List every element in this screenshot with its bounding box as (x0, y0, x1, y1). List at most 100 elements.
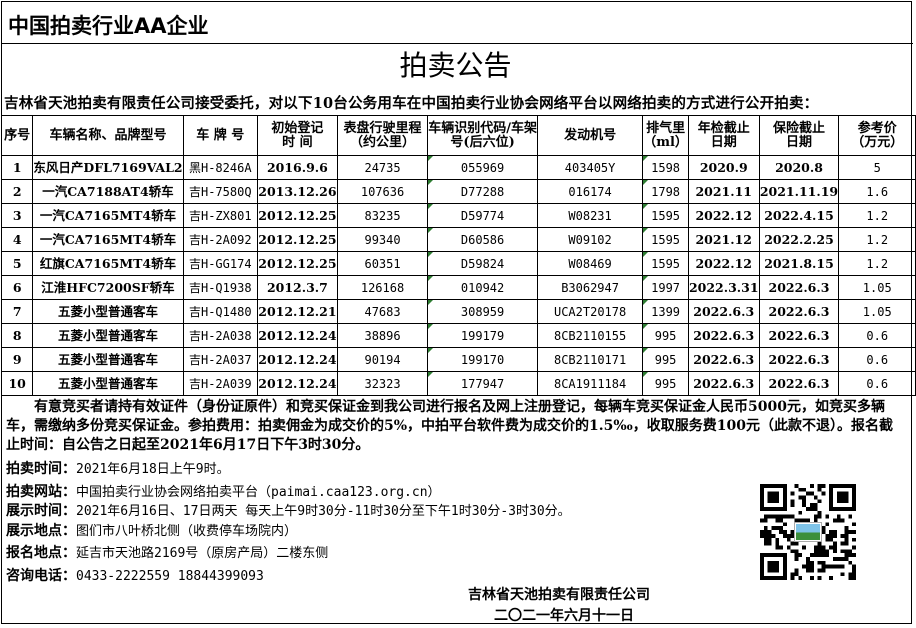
table-cell: 2022.3.31 (687, 275, 760, 300)
signup-place-label: 报名地点： (6, 545, 76, 561)
table-header-cell: 车辆识别代码/车架 号(后六位) (427, 115, 538, 156)
table-cell: 一汽CA7165MT4轿车 (32, 227, 184, 252)
info-auction-time: 拍卖时间：2021年6月18日上午9时。 (6, 458, 230, 478)
table-cell: 9 (0, 347, 34, 372)
phone-value: 0433-2222559 18844399093 (76, 569, 264, 584)
table-cell: 32323 (336, 371, 429, 396)
table-cell: 2012.12.25 (256, 227, 338, 252)
table-row: 1 东风日产DFL7169VAL2 黑H-8246A 2016.9.6 24735 055… (0, 155, 916, 180)
table-cell: 2022.6.3 (758, 371, 840, 396)
info-display-time: 展示时间：2021年6月16日、17日两天 每天上午9时30分-11时30分至下… (6, 500, 571, 520)
table-cell: 199170 (427, 347, 538, 372)
table-cell: 东风日产DFL7169VAL2 (32, 155, 184, 180)
table-header-cell: 车辆名称、品牌型号 (32, 115, 184, 156)
table-cell: 吉H-Q1938 (182, 275, 258, 300)
display-place-value: 图们市八叶桥北侧（收费停车场院内） (76, 524, 298, 539)
header-text: 初始登记 (271, 120, 324, 136)
intro-text: 吉林省天池拍卖有限责任公司接受委托，对以下10台公务用车在中国拍卖行业协会网络平… (4, 95, 819, 112)
table-cell: 5 (0, 251, 34, 276)
table-cell: 2022.6.3 (687, 299, 760, 324)
table-cell: 90194 (336, 347, 429, 372)
table-cell: 8CA1911184 (536, 371, 644, 396)
notice-paragraph: 有意竞买者请持有效证件（身份证原件）和竞买保证金到我公司进行报名及网上注册登记，… (6, 399, 894, 453)
table-cell: 2022.6.3 (758, 299, 840, 324)
table-cell: 1798 (642, 179, 689, 204)
table-cell: 1595 (642, 203, 689, 228)
info-signup-place: 报名地点：延吉市天池路2169号（原房产局）二楼东侧 (6, 542, 328, 562)
table-cell: 24735 (336, 155, 429, 180)
table-cell: 83235 (336, 203, 429, 228)
website-value[interactable]: 中国拍卖行业协会网络拍卖平台（paimai.caa123.org.cn） (76, 485, 441, 500)
display-time-value: 2021年6月16日、17日两天 每天上午9时30分-11时30分至下午1时30… (76, 504, 571, 519)
header-text: 序号 (4, 127, 31, 143)
table-header-cell: 年检截止 日期 (687, 115, 760, 156)
signature-date: 二〇二一年六月十一日 (494, 608, 634, 624)
table-row: 5 红旗CA7165MT4轿车 吉H-GG174 2012.12.25 60351 D59… (0, 251, 916, 276)
qr-code-icon[interactable] (760, 484, 856, 580)
table-cell: 2012.12.24 (256, 371, 338, 396)
signup-place-value: 延吉市天池路2169号（原房产局）二楼东侧 (76, 546, 329, 561)
table-cell: 2022.4.15 (758, 203, 840, 228)
table-cell: 2012.12.24 (256, 323, 338, 348)
table-cell: 1595 (642, 251, 689, 276)
table-cell: 1.2 (838, 203, 916, 228)
table-cell: 五菱小型普通客车 (32, 347, 184, 372)
header-text: 表盘行驶里程 (343, 120, 422, 136)
header-title: 中国拍卖行业AA企业 (8, 14, 209, 38)
table-row: 9 五菱小型普通客车 吉H-2A037 2012.12.24 90194 199170 8C… (0, 347, 916, 372)
info-website: 拍卖网站：中国拍卖行业协会网络拍卖平台（paimai.caa123.org.cn… (6, 481, 441, 501)
table-cell: 8CB2110171 (536, 347, 644, 372)
table-cell: 2021.8.15 (758, 251, 840, 276)
table-cell: 60351 (336, 251, 429, 276)
table-cell: 吉H-Q1480 (182, 299, 258, 324)
table-cell: W08469 (536, 251, 644, 276)
table-cell: 江淮HFC7200SF轿车 (32, 275, 184, 300)
table-cell: 2012.12.25 (256, 203, 338, 228)
table-cell: 吉H-7580Q (182, 179, 258, 204)
table-cell: 黑H-8246A (182, 155, 258, 180)
table-cell: 8CB2110155 (536, 323, 644, 348)
table-cell: 吉H-ZX801 (182, 203, 258, 228)
table-header-cell: 初始登记时 间 (256, 115, 338, 156)
table-cell: 1.2 (838, 251, 916, 276)
table-cell: 五菱小型普通客车 (32, 371, 184, 396)
table-cell: 99340 (336, 227, 429, 252)
table-cell: 1997 (642, 275, 689, 300)
vehicle-table: 序号 车辆名称、品牌型号车 牌 号初始登记时 间表盘行驶里程 （约公里） 车辆识别代码… (0, 115, 916, 396)
header-text: 车 牌 号 (196, 127, 245, 143)
header-text: （ml） (643, 134, 688, 150)
table-header-cell: 发动机号 (536, 115, 644, 156)
table-cell: 2016.9.6 (256, 155, 338, 180)
table-cell: 47683 (336, 299, 429, 324)
table-cell: 0.6 (838, 323, 916, 348)
table-cell: 红旗CA7165MT4轿车 (32, 251, 184, 276)
header-text: 车辆识别代码/车架 (428, 120, 537, 136)
table-cell: 吉H-GG174 (182, 251, 258, 276)
table-header-cell: 车 牌 号 (182, 115, 258, 156)
table-cell: 2012.3.7 (256, 275, 338, 300)
table-cell: 1595 (642, 227, 689, 252)
table-cell: 5 (838, 155, 916, 180)
table-cell: D60586 (427, 227, 538, 252)
table-row: 2 一汽CA7188AT4轿车 吉H-7580Q 2013.12.26 107636 D7… (0, 179, 916, 204)
header-text: 号(后六位) (450, 134, 515, 150)
table-cell: 995 (642, 347, 689, 372)
table-cell: 10 (0, 371, 34, 396)
table-cell: 1 (0, 155, 34, 180)
table-cell: 1.2 (838, 227, 916, 252)
table-row: 10 五菱小型普通客车 吉H-2A039 2012.12.24 32323 177947 8… (0, 371, 916, 396)
table-row: 6 江淮HFC7200SF轿车 吉H-Q1938 2012.3.7 126168 0109… (0, 275, 916, 300)
table-cell: W08231 (536, 203, 644, 228)
table-cell: 1598 (642, 155, 689, 180)
table-cell: 一汽CA7165MT4轿车 (32, 203, 184, 228)
header-text: 年检截止 (697, 120, 750, 136)
table-cell: 126168 (336, 275, 429, 300)
table-row: 7 五菱小型普通客车 吉H-Q1480 2012.12.21 47683 308959 UC… (0, 299, 916, 324)
table-header-row: 序号 车辆名称、品牌型号车 牌 号初始登记时 间表盘行驶里程 （约公里） 车辆识别代码… (0, 115, 916, 156)
auction-time-label: 拍卖时间： (6, 461, 76, 477)
table-cell: 2012.12.24 (256, 347, 338, 372)
table-cell: W09102 (536, 227, 644, 252)
header-text: 日期 (785, 134, 812, 150)
header-text: 排气里 (646, 120, 686, 136)
table-cell: 7 (0, 299, 34, 324)
